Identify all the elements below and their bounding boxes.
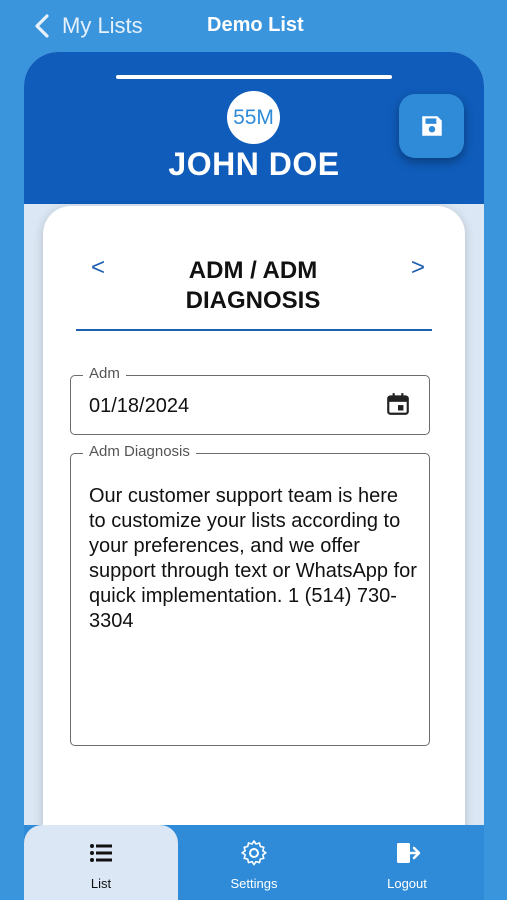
tab-logout-label: Logout bbox=[387, 876, 427, 891]
back-label: My Lists bbox=[62, 13, 143, 38]
back-button[interactable]: My Lists bbox=[32, 10, 143, 42]
calendar-icon[interactable] bbox=[385, 391, 411, 417]
top-nav-bar: My Lists Demo List bbox=[0, 0, 507, 52]
adm-diagnosis-textarea[interactable]: Our customer support team is here to cus… bbox=[89, 484, 419, 634]
gear-icon bbox=[241, 840, 267, 866]
prev-section-button[interactable]: < bbox=[83, 254, 113, 282]
adm-date-field[interactable]: Adm 01/18/2024 bbox=[70, 365, 430, 435]
next-section-button[interactable]: > bbox=[403, 254, 433, 282]
tab-settings[interactable]: Settings bbox=[177, 825, 331, 900]
section-divider bbox=[76, 329, 432, 331]
section-title: ADM / ADM DIAGNOSIS bbox=[185, 257, 321, 314]
tab-settings-label: Settings bbox=[230, 876, 278, 891]
tab-logout[interactable]: Logout bbox=[330, 825, 484, 900]
bottom-tab-bar: List Settings Logout bbox=[24, 825, 484, 900]
logout-icon bbox=[397, 843, 421, 863]
chevron-left-icon bbox=[35, 14, 49, 38]
save-button[interactable] bbox=[399, 94, 464, 158]
list-icon bbox=[90, 844, 112, 862]
adm-field-label: Adm bbox=[83, 365, 126, 382]
adm-date-value[interactable]: 01/18/2024 bbox=[89, 395, 189, 418]
tab-list[interactable]: List bbox=[24, 825, 178, 900]
adm-diagnosis-field[interactable]: Adm Diagnosis Our customer support team … bbox=[70, 443, 430, 746]
patient-header: 55M JOHN DOE bbox=[24, 52, 484, 204]
avatar: 55M bbox=[227, 91, 280, 144]
tab-list-label: List bbox=[90, 876, 112, 891]
save-icon bbox=[421, 116, 442, 136]
app-frame: 55M JOHN DOE < ADM / ADM DIAGNOSIS > Adm… bbox=[24, 52, 484, 900]
adm-diagnosis-label: Adm Diagnosis bbox=[83, 443, 196, 460]
form-card: < ADM / ADM DIAGNOSIS > Adm 01/18/2024 A… bbox=[43, 206, 465, 874]
page-title: Demo List bbox=[207, 14, 304, 36]
drag-handle[interactable] bbox=[116, 75, 392, 79]
